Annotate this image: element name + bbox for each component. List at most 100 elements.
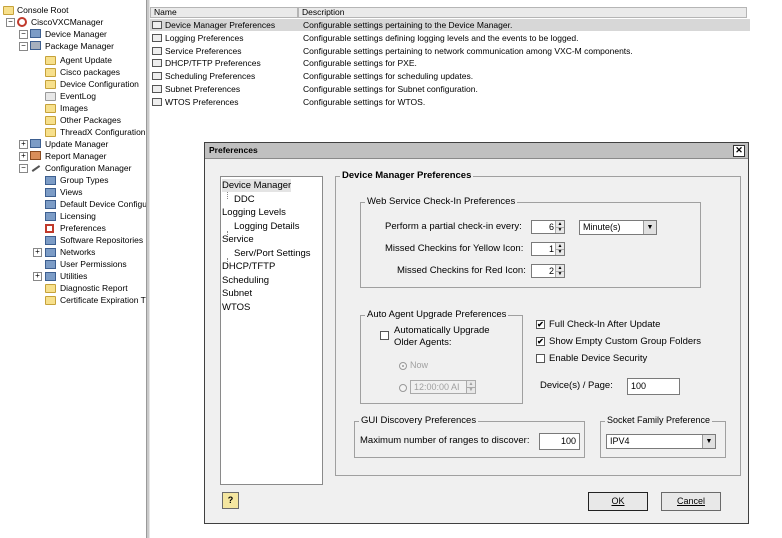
checkin-legend: Web Service Check-In Preferences bbox=[365, 196, 518, 207]
spin-down-icon[interactable]: ▼ bbox=[467, 387, 475, 393]
auto-upgrade-checkbox[interactable] bbox=[380, 331, 389, 340]
preferences-nav[interactable]: Device Manager DDC Logging Levels Logging D… bbox=[220, 176, 323, 485]
nav-item[interactable]: Subnet bbox=[222, 287, 252, 300]
full-checkin-checkbox[interactable]: ✔ bbox=[536, 320, 545, 329]
auto-upgrade-group: Auto Agent Upgrade Preferences Automatic… bbox=[360, 309, 523, 404]
devices-per-page-label: Device(s) / Page: bbox=[540, 380, 613, 391]
nav-item[interactable]: WTOS bbox=[222, 301, 250, 314]
show-empty-label: Show Empty Custom Group Folders bbox=[549, 336, 702, 347]
chevron-down-icon[interactable]: ▼ bbox=[702, 435, 715, 448]
devices-per-page-input[interactable]: 100 bbox=[627, 378, 680, 395]
update-manager-icon bbox=[30, 139, 41, 148]
collapse-icon[interactable]: − bbox=[19, 164, 28, 173]
nav-item[interactable]: Scheduling bbox=[222, 274, 269, 287]
max-ranges-label: Maximum number of ranges to discover: bbox=[360, 435, 530, 446]
collapse-icon[interactable]: − bbox=[6, 18, 15, 27]
nav-item[interactable]: Logging Details bbox=[234, 220, 300, 233]
config-item-icon bbox=[45, 236, 56, 245]
help-button[interactable]: ? bbox=[222, 492, 239, 509]
yellow-icon-label: Missed Checkins for Yellow Icon: bbox=[385, 243, 524, 254]
auto-upgrade-label: Automatically Upgrade bbox=[394, 325, 490, 336]
app-icon bbox=[17, 17, 27, 27]
row-name: DHCP/TFTP Preferences bbox=[165, 58, 261, 69]
partial-checkin-spinner[interactable]: 6 ▲ ▼ bbox=[531, 220, 565, 234]
column-header-description[interactable]: Description bbox=[298, 7, 747, 18]
row-description: Configurable settings for Subnet configu… bbox=[303, 84, 478, 94]
console-tree[interactable]: Console Root − CiscoVXCManager − Device … bbox=[0, 0, 146, 538]
spin-down-icon[interactable]: ▼ bbox=[556, 271, 564, 277]
row-name: WTOS Preferences bbox=[165, 96, 239, 107]
auto-upgrade-label-2: Older Agents: bbox=[394, 337, 452, 348]
preferences-icon bbox=[152, 59, 162, 68]
partial-checkin-label: Perform a partial check-in every: bbox=[385, 221, 522, 232]
dialog-title: Preferences bbox=[209, 145, 258, 155]
preferences-icon bbox=[152, 46, 162, 55]
row-description: Configurable settings pertaining to the … bbox=[303, 20, 513, 30]
config-item-icon bbox=[45, 224, 54, 233]
auto-upgrade-legend: Auto Agent Upgrade Preferences bbox=[365, 309, 509, 320]
table-row[interactable]: Scheduling Preferences Configurable setti… bbox=[150, 70, 750, 82]
nav-item[interactable]: Service bbox=[222, 233, 254, 246]
folder-icon bbox=[45, 68, 56, 77]
full-checkin-label: Full Check-In After Update bbox=[549, 319, 661, 330]
close-icon[interactable]: ✕ bbox=[733, 145, 745, 157]
config-item-icon bbox=[45, 188, 56, 197]
row-name: Service Preferences bbox=[165, 45, 242, 56]
preferences-icon bbox=[152, 33, 162, 42]
table-row[interactable]: Device Manager Preferences Configurable s… bbox=[150, 19, 750, 31]
config-item-icon bbox=[45, 260, 56, 269]
socket-family-select[interactable]: IPV4 ▼ bbox=[606, 434, 716, 449]
nav-item[interactable]: Device Manager bbox=[222, 179, 292, 192]
upgrade-now-radio[interactable] bbox=[399, 362, 407, 370]
preferences-icon bbox=[152, 21, 162, 29]
preferences-icon bbox=[152, 85, 162, 93]
collapse-icon[interactable]: − bbox=[19, 30, 28, 39]
config-item-icon bbox=[45, 176, 56, 185]
red-icon-label: Missed Checkins for Red Icon: bbox=[397, 265, 526, 276]
package-manager-icon bbox=[30, 41, 41, 50]
table-row[interactable]: WTOS Preferences Configurable settings fo… bbox=[150, 96, 750, 108]
expand-icon[interactable]: + bbox=[33, 272, 42, 281]
upgrade-time-spinner[interactable]: 12:00:00 AI ▲ ▼ bbox=[410, 380, 476, 394]
device-manager-icon bbox=[30, 29, 41, 38]
nav-item[interactable]: DHCP/TFTP bbox=[222, 260, 275, 273]
section-title: Device Manager Preferences bbox=[340, 170, 474, 181]
enable-security-checkbox[interactable] bbox=[536, 354, 545, 363]
tree-line bbox=[227, 191, 228, 199]
upgrade-time-radio[interactable] bbox=[399, 384, 407, 392]
ok-button[interactable]: OK bbox=[588, 492, 648, 511]
yellow-icon-spinner[interactable]: 1 ▲ ▼ bbox=[531, 242, 565, 256]
expand-icon[interactable]: + bbox=[19, 152, 28, 161]
spin-down-icon[interactable]: ▼ bbox=[556, 249, 564, 255]
config-item-icon bbox=[45, 272, 56, 281]
table-row[interactable]: Subnet Preferences Configurable settings … bbox=[150, 83, 750, 95]
preferences-icon bbox=[152, 97, 162, 106]
show-empty-checkbox[interactable]: ✔ bbox=[536, 337, 545, 346]
cancel-button[interactable]: Cancel bbox=[661, 492, 721, 511]
nav-item[interactable]: Logging Levels bbox=[222, 206, 286, 219]
column-header-name[interactable]: Name bbox=[150, 7, 298, 18]
red-icon-spinner[interactable]: 2 ▲ ▼ bbox=[531, 264, 565, 278]
folder-icon bbox=[45, 116, 56, 125]
spin-down-icon[interactable]: ▼ bbox=[556, 227, 564, 233]
expand-icon[interactable]: + bbox=[19, 140, 28, 149]
nav-item[interactable]: DDC bbox=[234, 193, 255, 206]
row-name: Device Manager Preferences bbox=[165, 20, 276, 30]
folder-icon bbox=[45, 284, 56, 293]
table-row[interactable]: Service Preferences Configurable settings… bbox=[150, 45, 750, 57]
row-description: Configurable settings defining logging l… bbox=[303, 32, 579, 43]
upgrade-now-label: Now bbox=[410, 360, 429, 370]
collapse-icon[interactable]: − bbox=[19, 42, 28, 51]
table-row[interactable]: DHCP/TFTP Preferences Configurable settin… bbox=[150, 57, 750, 69]
gui-discovery-group: GUI Discovery Preferences Maximum number… bbox=[354, 415, 585, 458]
chevron-down-icon[interactable]: ▼ bbox=[643, 221, 656, 234]
expand-icon[interactable]: + bbox=[33, 248, 42, 257]
row-description: Configurable settings for scheduling upd… bbox=[303, 71, 474, 82]
row-description: Configurable settings for WTOS. bbox=[303, 96, 426, 107]
max-ranges-input[interactable]: 100 bbox=[539, 433, 580, 450]
nav-item[interactable]: Serv/Port Settings bbox=[234, 247, 311, 260]
table-row[interactable]: Logging Preferences Configurable settings… bbox=[150, 32, 750, 44]
preferences-dialog: Preferences ✕ Device Manager DDC Logging L… bbox=[204, 142, 749, 524]
row-name: Scheduling Preferences bbox=[165, 71, 256, 82]
checkin-unit-select[interactable]: Minute(s) ▼ bbox=[579, 220, 657, 235]
